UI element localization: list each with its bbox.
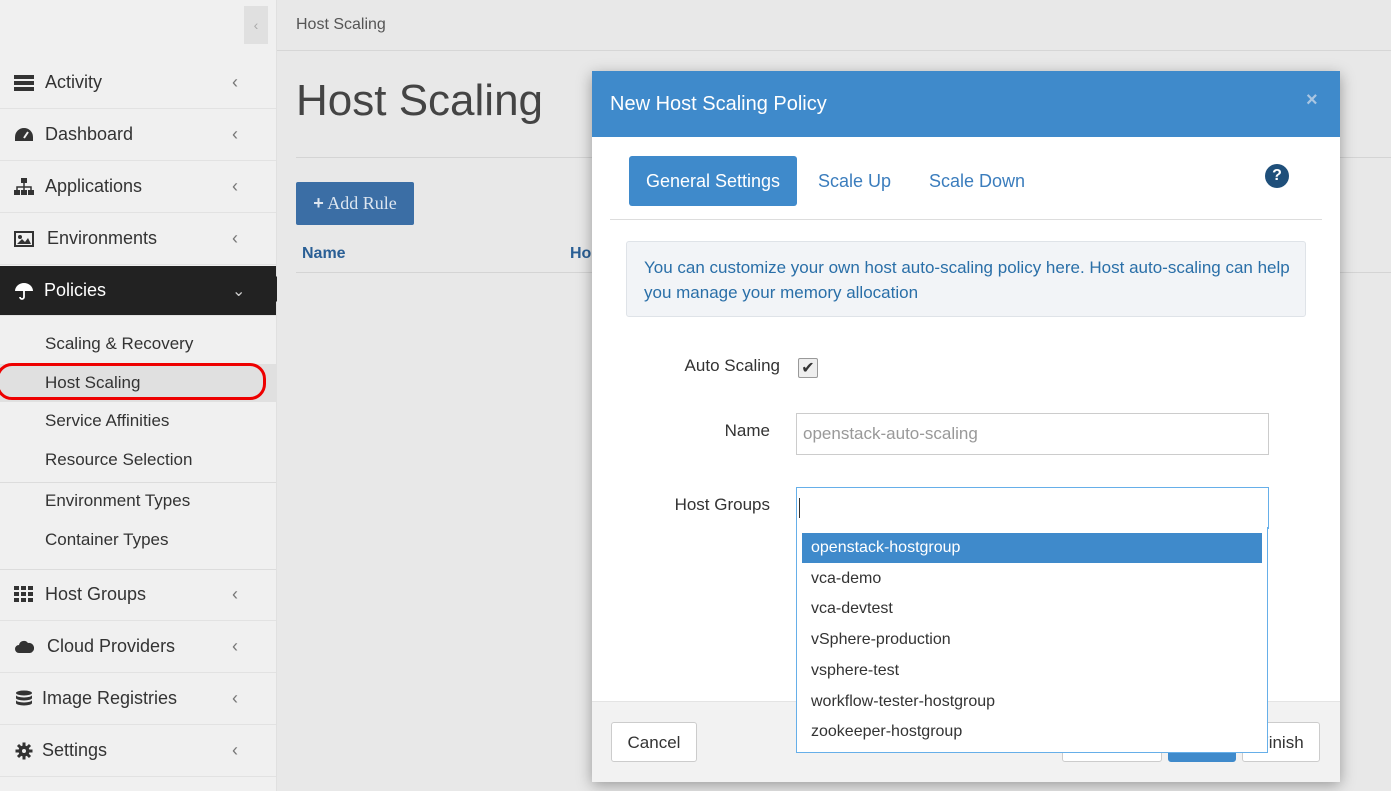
- add-rule-label: Add Rule: [327, 193, 397, 213]
- add-rule-button[interactable]: + Add Rule: [296, 182, 414, 225]
- sidebar-item-label: Dashboard: [45, 124, 134, 144]
- checkmark-icon: ✔: [801, 360, 815, 377]
- sidebar-subitem-service-affinities[interactable]: Service Affinities: [0, 402, 276, 440]
- help-icon[interactable]: ?: [1265, 164, 1289, 188]
- info-alert: You can customize your own host auto-sca…: [626, 241, 1306, 317]
- server-icon: [14, 75, 34, 91]
- chevron-left-icon: ‹: [232, 636, 238, 656]
- name-field-placeholder: openstack-auto-scaling: [803, 424, 978, 443]
- sidebar-subitem-label: Resource Selection: [45, 450, 193, 469]
- cancel-button[interactable]: Cancel: [611, 722, 697, 762]
- sidebar-item-label: Image Registries: [42, 688, 178, 708]
- tab-scale-up[interactable]: Scale Up: [818, 156, 891, 206]
- dropdown-option[interactable]: workflow-tester-hostgroup: [802, 687, 1262, 717]
- cloud-icon: [15, 640, 34, 653]
- database-icon: [16, 690, 32, 706]
- auto-scaling-label: Auto Scaling: [684, 356, 780, 375]
- sidebar-subitem-resource-selection[interactable]: Resource Selection: [0, 441, 276, 479]
- sidebar-item-cloud-providers[interactable]: Cloud Providers ‹: [0, 622, 276, 673]
- modal-title: New Host Scaling Policy: [610, 93, 827, 115]
- sidebar-item-dashboard[interactable]: Dashboard ‹: [0, 110, 276, 161]
- dropdown-option[interactable]: vca-demo: [802, 564, 1262, 594]
- sidebar-subitem-scaling-recovery[interactable]: Scaling & Recovery: [0, 325, 276, 363]
- host-groups-dropdown: openstack-hostgroup vca-demo vca-devtest…: [796, 527, 1268, 753]
- sidebar-subitem-environment-types[interactable]: Environment Types: [0, 482, 276, 520]
- sidebar-item-label: Cloud Providers: [47, 636, 176, 656]
- sidebar-item-environments[interactable]: Environments ‹: [0, 214, 276, 265]
- gear-icon: [15, 742, 33, 760]
- dropdown-option[interactable]: zookeeper-hostgroup: [802, 717, 1262, 747]
- annotation-highlight: [0, 363, 266, 400]
- sidebar-subitem-label: Environment Types: [45, 491, 191, 510]
- sidebar-item-label: Applications: [45, 176, 143, 196]
- sidebar-item-applications[interactable]: Applications ‹: [0, 162, 276, 213]
- dropdown-option[interactable]: vca-devtest: [802, 594, 1262, 624]
- breadcrumb: Host Scaling: [277, 0, 1391, 51]
- grid-icon: [14, 586, 33, 602]
- sidebar-item-label: Host Groups: [45, 584, 147, 604]
- name-field[interactable]: openstack-auto-scaling: [796, 413, 1269, 455]
- chevron-left-icon: ‹: [232, 688, 238, 708]
- sitemap-icon: [14, 178, 34, 195]
- dashboard-icon: [15, 128, 33, 141]
- name-label: Name: [724, 421, 770, 440]
- plus-icon: +: [313, 193, 324, 213]
- sidebar-subitem-label: Container Types: [45, 530, 169, 549]
- sidebar-subitem-label: Scaling & Recovery: [45, 334, 194, 353]
- chevron-down-icon: ⌄: [232, 283, 246, 300]
- sidebar-collapse-button[interactable]: ‹: [244, 6, 268, 44]
- page-title: Host Scaling: [296, 76, 544, 125]
- dropdown-option[interactable]: openstack-hostgroup: [802, 533, 1262, 563]
- sidebar-item-host-groups[interactable]: Host Groups ‹: [0, 570, 276, 621]
- tab-scale-down[interactable]: Scale Down: [929, 156, 1025, 206]
- chevron-left-icon: ‹: [232, 584, 238, 604]
- sidebar: ‹ Activity ‹ Dashboard ‹ Applications ‹ …: [0, 0, 289, 791]
- picture-icon: [14, 231, 34, 247]
- chevron-left-icon: ‹: [232, 124, 238, 144]
- column-header-host[interactable]: Ho: [570, 245, 591, 263]
- umbrella-icon: [15, 283, 33, 300]
- text-caret: [799, 498, 800, 518]
- tab-divider: [610, 219, 1322, 220]
- host-groups-label: Host Groups: [674, 495, 770, 514]
- sidebar-subitem-label: Service Affinities: [45, 411, 170, 430]
- modal-header: New Host Scaling Policy ×: [592, 71, 1340, 137]
- breadcrumb-item[interactable]: Host Scaling: [296, 16, 386, 34]
- chevron-left-icon: ‹: [232, 176, 238, 196]
- close-icon[interactable]: ×: [1306, 89, 1318, 112]
- chevron-left-icon: ‹: [232, 740, 238, 760]
- auto-scaling-checkbox[interactable]: ✔: [798, 358, 818, 378]
- sidebar-item-label: Activity: [45, 72, 103, 92]
- sidebar-item-policies[interactable]: Policies ⌄: [0, 266, 276, 316]
- host-groups-input[interactable]: [796, 487, 1269, 529]
- tab-general-settings[interactable]: General Settings: [629, 156, 797, 206]
- dropdown-option[interactable]: vsphere-test: [802, 656, 1262, 686]
- sidebar-item-image-registries[interactable]: Image Registries ‹: [0, 674, 276, 725]
- sidebar-item-activity[interactable]: Activity ‹: [0, 58, 276, 109]
- sidebar-item-label: Settings: [42, 740, 108, 760]
- column-header-name[interactable]: Name: [302, 245, 346, 263]
- info-text: You can customize your own host auto-sca…: [644, 258, 1290, 302]
- dropdown-option[interactable]: vSphere-production: [802, 625, 1262, 655]
- sidebar-item-label: Policies: [44, 280, 107, 300]
- sidebar-subitem-container-types[interactable]: Container Types: [0, 521, 276, 559]
- sidebar-item-label: Environments: [47, 228, 158, 248]
- chevron-left-icon: ‹: [232, 72, 238, 92]
- sidebar-item-settings[interactable]: Settings ‹: [0, 726, 276, 777]
- chevron-left-icon: ‹: [232, 228, 238, 248]
